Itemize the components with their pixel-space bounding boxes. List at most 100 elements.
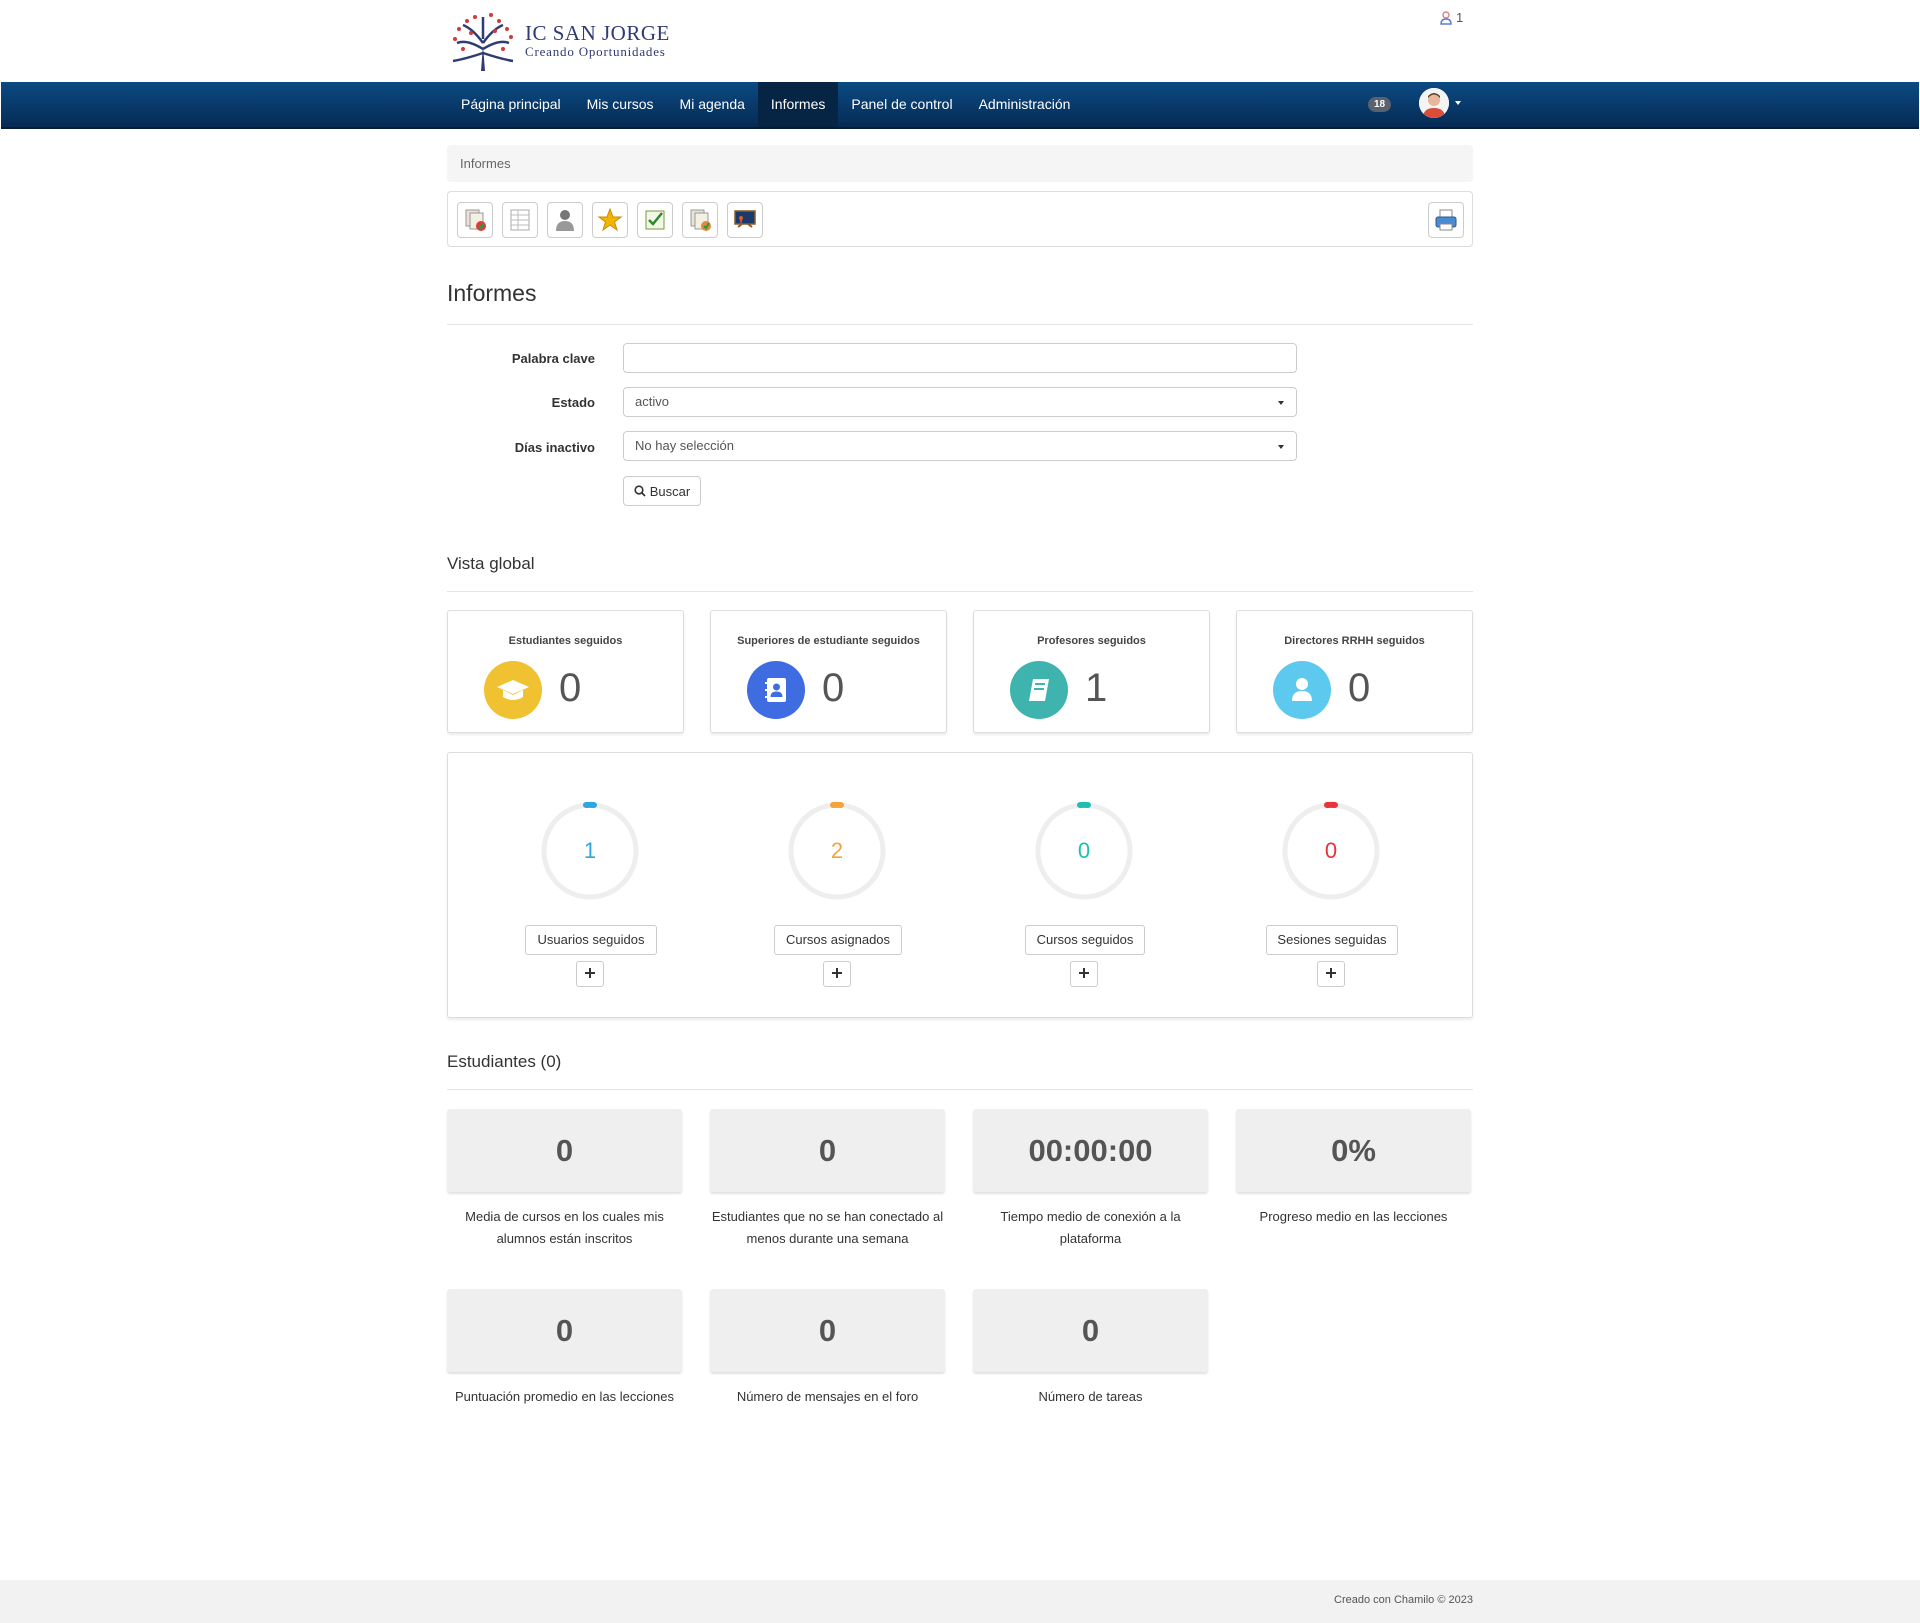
- stat-value-box: 0: [447, 1109, 682, 1192]
- ring-label-button[interactable]: Cursos asignados: [774, 925, 902, 955]
- stat-label: Número de mensajes en el foro: [736, 1389, 919, 1404]
- card-title: Profesores seguidos: [1037, 635, 1146, 647]
- breadcrumb-current: Informes: [460, 156, 511, 171]
- print-button[interactable]: [1428, 202, 1464, 238]
- overview-heading: Vista global: [447, 554, 535, 573]
- notification-badge[interactable]: 18: [1368, 97, 1392, 112]
- stat-value-box: 0: [710, 1109, 945, 1192]
- expand-plus-button[interactable]: [1070, 961, 1098, 987]
- card-title: Directores RRHH seguidos: [1284, 635, 1425, 647]
- keyword-input[interactable]: [623, 343, 1297, 373]
- page-title: Informes: [447, 280, 537, 306]
- nav-item-mis-cursos[interactable]: Mis cursos: [574, 82, 667, 127]
- stat-label: Estudiantes que no se han conectado al m…: [711, 1209, 944, 1246]
- overview-card: Estudiantes seguidos 0: [447, 610, 684, 733]
- breadcrumb: Informes: [447, 145, 1473, 182]
- footer-credit: Creado con Chamilo © 2023: [1334, 1594, 1473, 1606]
- stat-value-box: 0: [710, 1289, 945, 1372]
- documents-icon: [690, 209, 711, 231]
- plus-icon: [1079, 968, 1089, 978]
- sessions-report-button[interactable]: [682, 202, 718, 238]
- address-book-icon: [747, 661, 805, 719]
- chevron-down-icon: [1278, 445, 1284, 449]
- tree-logo-icon: [452, 13, 514, 71]
- card-value: 0: [559, 666, 582, 710]
- plus-icon: [585, 968, 595, 978]
- inactive-days-select[interactable]: No hay selección: [623, 431, 1297, 461]
- footer: Creado con Chamilo © 2023: [0, 1580, 1920, 1623]
- expand-plus-button[interactable]: [576, 961, 604, 987]
- logo-title: IC SAN JORGE: [525, 21, 670, 45]
- stat-label: Número de tareas: [1038, 1389, 1143, 1404]
- nav-item-informes[interactable]: Informes: [757, 82, 839, 127]
- card-title: Estudiantes seguidos: [508, 635, 623, 647]
- stat-value-box: 00:00:00: [973, 1109, 1208, 1192]
- online-users[interactable]: 1: [1440, 10, 1463, 25]
- stat-label: Puntuación promedio en las lecciones: [455, 1389, 674, 1404]
- stat-value-box: 0: [973, 1289, 1208, 1372]
- ring-label-button[interactable]: Cursos seguidos: [1025, 925, 1145, 955]
- students-heading: Estudiantes (0): [447, 1052, 562, 1071]
- ring-value: 1: [583, 838, 597, 863]
- progress-ring: 0: [1034, 801, 1134, 906]
- logo-subtitle: Creando Oportunidades: [525, 44, 666, 59]
- ring-label-button[interactable]: Sesiones seguidas: [1266, 925, 1398, 955]
- user-online-icon: [1440, 10, 1452, 25]
- search-button[interactable]: Buscar: [623, 476, 701, 506]
- card-value: 1: [1085, 666, 1108, 710]
- overview-card: Superiores de estudiante seguidos 0: [710, 610, 947, 733]
- plus-icon: [832, 968, 842, 978]
- stat-label: Media de cursos en los cuales mis alumno…: [465, 1209, 664, 1246]
- divider: [447, 591, 1473, 592]
- nav-item-panel-de-control[interactable]: Panel de control: [838, 82, 965, 127]
- user-menu-caret-icon[interactable]: [1455, 101, 1461, 105]
- ring-value: 0: [1077, 838, 1091, 863]
- progress-ring: 0: [1281, 801, 1381, 906]
- nav-item-administración[interactable]: Administración: [966, 82, 1084, 127]
- divider: [447, 324, 1473, 325]
- inactive-days-label: Días inactivo: [514, 440, 595, 455]
- stat-label: Tiempo medio de conexión a la plataforma: [1000, 1209, 1181, 1246]
- inactive-days-value: No hay selección: [635, 438, 734, 453]
- users-report-button[interactable]: [547, 202, 583, 238]
- card-value: 0: [1348, 666, 1371, 710]
- course-reports-button[interactable]: [457, 202, 493, 238]
- user-avatar[interactable]: [1419, 88, 1449, 118]
- teachers-report-button[interactable]: [727, 202, 763, 238]
- overview-card: Profesores seguidos 1: [973, 610, 1210, 733]
- site-logo[interactable]: IC SAN JORGE Creando Oportunidades: [447, 8, 670, 74]
- nav-item-mi-agenda[interactable]: Mi agenda: [667, 82, 758, 127]
- expand-plus-button[interactable]: [823, 961, 851, 987]
- star-icon: [597, 207, 623, 232]
- status-select[interactable]: activo: [623, 387, 1297, 417]
- chevron-down-icon: [1278, 401, 1284, 405]
- stat-value-box: 0%: [1236, 1109, 1471, 1192]
- expand-plus-button[interactable]: [1317, 961, 1345, 987]
- book-icon: [1010, 661, 1068, 719]
- spreadsheet-report-button[interactable]: [502, 202, 538, 238]
- ring-value: 0: [1324, 838, 1338, 863]
- progress-ring: 1: [540, 801, 640, 906]
- ring-label-button[interactable]: Usuarios seguidos: [525, 925, 657, 955]
- stat-value-box: 0: [447, 1289, 682, 1372]
- spreadsheet-icon: [510, 209, 530, 231]
- nav-item-página-principal[interactable]: Página principal: [448, 82, 574, 127]
- ring-value: 2: [830, 838, 844, 863]
- overview-card: Directores RRHH seguidos 0: [1236, 610, 1473, 733]
- status-label: Estado: [551, 395, 595, 410]
- user-icon: [1273, 661, 1331, 719]
- checklist-icon: [645, 210, 665, 230]
- status-select-value: activo: [635, 394, 669, 409]
- tasks-report-button[interactable]: [637, 202, 673, 238]
- online-count: 1: [1456, 10, 1464, 25]
- card-value: 0: [822, 666, 845, 710]
- main-navbar: Página principal Mis cursos Mi agenda Infor…: [1, 82, 1919, 129]
- graduation-cap-icon: [484, 661, 542, 719]
- plus-icon: [1326, 968, 1336, 978]
- search-icon: [634, 485, 646, 497]
- favorites-report-button[interactable]: [592, 202, 628, 238]
- card-title: Superiores de estudiante seguidos: [737, 635, 920, 647]
- documents-icon: [465, 209, 486, 231]
- tracking-summary-panel: 1 Usuarios seguidos 2 Cursos asignados 0 Curs…: [447, 752, 1473, 1018]
- progress-ring: 2: [787, 801, 887, 906]
